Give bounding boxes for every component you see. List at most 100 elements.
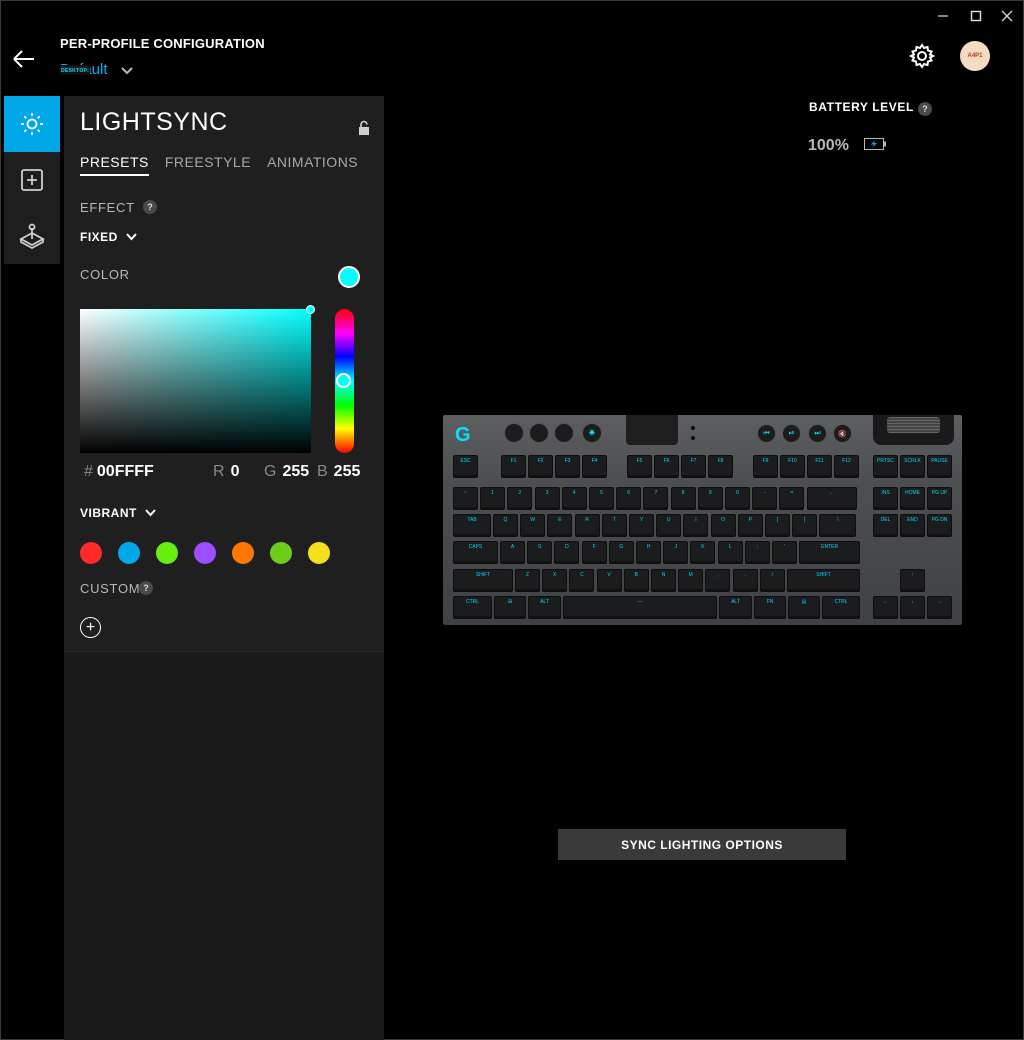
lock-icon[interactable] <box>357 120 371 136</box>
minimize-icon <box>938 15 948 17</box>
vibrant-color-swatch[interactable] <box>232 542 254 564</box>
keyboard-key: A <box>500 541 525 564</box>
keyboard-key: \ <box>819 514 857 537</box>
keyboard-key: CAPS <box>453 541 498 564</box>
keyboard-key: G <box>608 541 634 564</box>
keyboard-key: T <box>601 514 627 537</box>
palette-value: VIBRANT <box>80 506 137 520</box>
saturation-value-picker[interactable] <box>80 305 315 453</box>
keyboard-key: H <box>636 541 661 564</box>
close-button[interactable] <box>997 6 1017 26</box>
hex-input[interactable]: # 00FFFF <box>84 463 154 481</box>
effect-help-icon[interactable]: ? <box>143 200 157 214</box>
profile-scope: DESKTOP: <box>60 64 91 75</box>
settings-button[interactable] <box>907 41 937 71</box>
rail-item-game-mode[interactable] <box>4 208 60 264</box>
keyboard-key: F3 <box>555 455 580 478</box>
picker-handle[interactable] <box>306 305 315 314</box>
tab-presets[interactable]: PRESETS <box>80 154 149 176</box>
lightsync-icon <box>21 113 43 135</box>
keyboard-key: ↑ <box>900 569 925 592</box>
custom-help-icon[interactable]: ? <box>139 581 153 595</box>
vibrant-color-swatch[interactable] <box>194 542 216 564</box>
battery-help-icon[interactable]: ? <box>918 102 932 116</box>
maximize-icon <box>970 10 982 22</box>
effect-dropdown[interactable]: FIXED <box>80 230 137 244</box>
vibrant-color-swatch[interactable] <box>156 542 178 564</box>
blue-label: B <box>317 463 328 480</box>
profile-selector[interactable]: DESKTOP: Default <box>60 61 133 78</box>
keyboard-key: F10 <box>780 455 805 478</box>
keyboard-key: F2 <box>528 455 553 478</box>
media-next-key: ⏭ <box>808 424 827 443</box>
keyboard-key: FN <box>754 596 786 619</box>
keyboard-key: ← <box>806 487 857 510</box>
keyboard-key: P <box>737 514 763 537</box>
keyboard-key: ESC <box>453 455 478 478</box>
red-input[interactable]: R 0 <box>213 463 239 481</box>
palette-dropdown[interactable]: VIBRANT <box>80 506 156 520</box>
keyboard-key: ALT <box>719 596 752 619</box>
tab-animations[interactable]: ANIMATIONS <box>267 154 358 176</box>
keyboard-key: F5 <box>627 455 652 478</box>
keyboard-key: SHIFT <box>453 569 513 592</box>
keyboard-key: U <box>656 514 682 537</box>
game-mode-icon <box>19 223 45 250</box>
avatar[interactable]: A4P1 <box>960 41 990 71</box>
vibrant-color-swatch[interactable] <box>118 542 140 564</box>
keyboard-key: 4 <box>561 487 587 510</box>
keyboard-key: CTRL <box>453 596 492 619</box>
keyboard-key: ' <box>772 541 797 564</box>
vibrant-color-swatch[interactable] <box>270 542 292 564</box>
keyboard-key: J <box>663 541 689 564</box>
keyboard-key: = <box>779 487 805 510</box>
keyboard-key: INS <box>873 487 898 510</box>
current-color-swatch <box>338 266 360 288</box>
keyboard-key: 6 <box>616 487 642 510</box>
keyboard-key: M <box>678 569 704 592</box>
hue-slider-handle[interactable] <box>336 373 351 388</box>
keyboard-key: B <box>623 569 649 592</box>
keyboard-key: F4 <box>582 455 607 478</box>
back-arrow-icon <box>13 50 34 68</box>
game-mode-key <box>504 423 524 443</box>
green-input[interactable]: G 255 <box>264 463 309 481</box>
hue-slider[interactable] <box>335 309 354 453</box>
media-prev-key: ⏮ <box>757 424 776 443</box>
settings-panel: LIGHTSYNC PRESETS FREESTYLE ANIMATIONS E… <box>64 96 384 1040</box>
keyboard-key: R <box>574 514 600 537</box>
assignments-icon <box>21 169 43 191</box>
keyboard-key: I <box>683 514 709 537</box>
back-button[interactable] <box>10 46 38 72</box>
maximize-button[interactable] <box>966 6 986 26</box>
tab-freestyle[interactable]: FREESTYLE <box>165 154 251 176</box>
keyboard-key: W <box>520 514 546 537</box>
blue-input[interactable]: B 255 <box>317 463 360 481</box>
blue-value: 255 <box>333 463 361 480</box>
close-icon <box>1001 10 1013 22</box>
add-custom-color-button[interactable]: + <box>80 617 101 638</box>
effect-label: EFFECT <box>80 200 135 215</box>
volume-roller <box>873 415 954 445</box>
keyboard-key: ⊞ <box>494 596 526 619</box>
media-play-key: ⏯ <box>782 424 801 443</box>
vibrant-color-swatch[interactable] <box>308 542 330 564</box>
keyboard-key: N <box>651 569 676 592</box>
keyboard-key: ENTER <box>799 541 860 564</box>
hex-prefix: # <box>84 463 93 480</box>
minimize-button[interactable] <box>933 6 953 26</box>
keyboard-key: L <box>717 541 743 564</box>
keyboard-key: , <box>705 569 731 592</box>
keyboard-key: PAUSE <box>927 455 952 478</box>
rail-item-assignments[interactable] <box>4 152 60 208</box>
effect-value: FIXED <box>80 230 118 244</box>
keyboard-key: F9 <box>753 455 778 478</box>
keyboard-key: TAB <box>453 514 491 537</box>
keyboard-key: ▤ <box>788 596 820 619</box>
rail-item-lightsync[interactable] <box>4 96 60 152</box>
keyboard-key: F11 <box>807 455 832 478</box>
keyboard-key: D <box>554 541 580 564</box>
sync-lighting-options-button[interactable]: SYNC LIGHTING OPTIONS <box>558 829 846 860</box>
keyboard-key: E <box>547 514 573 537</box>
vibrant-color-swatch[interactable] <box>80 542 102 564</box>
